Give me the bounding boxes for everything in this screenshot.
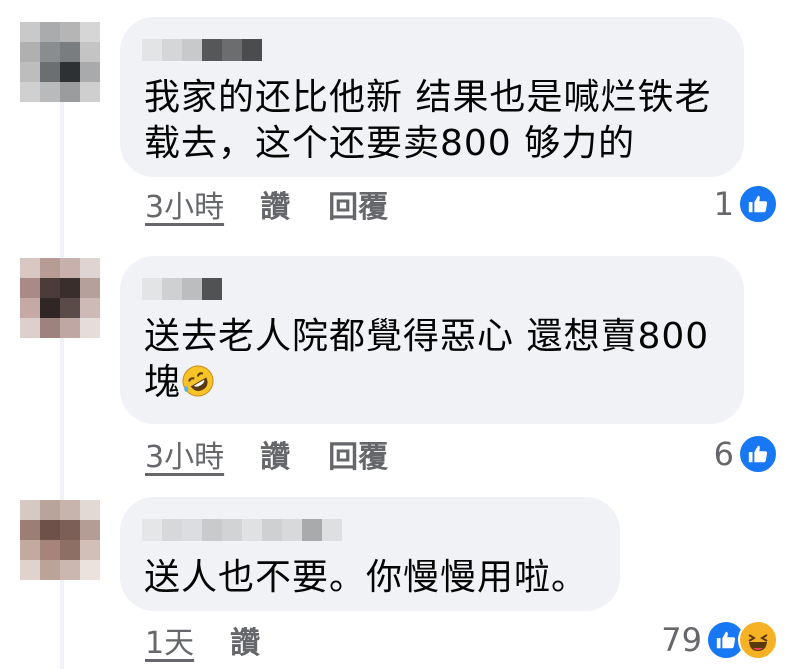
like-button[interactable]: 讚 — [260, 182, 290, 226]
reply-button[interactable]: 回覆 — [328, 182, 388, 226]
reaction-count: 79 — [661, 621, 702, 659]
timestamp-link[interactable]: 3小時 — [145, 432, 224, 476]
commenter-name-redacted[interactable] — [142, 278, 222, 300]
thread-line — [60, 100, 64, 669]
reaction-count: 1 — [713, 185, 734, 223]
comment-actions: 3小時 讚 回覆 — [145, 182, 388, 226]
comment-bubble: 送去老人院都覺得惡心 還想賣800 塊 — [120, 256, 744, 424]
like-button[interactable]: 讚 — [230, 618, 260, 662]
avatar[interactable] — [20, 22, 100, 102]
timestamp-link[interactable]: 3小時 — [145, 182, 224, 226]
commenter-name-redacted[interactable] — [142, 39, 262, 61]
rolling-on-floor-laughing-emoji — [182, 365, 214, 397]
comment-bubble: 送人也不要。你慢慢用啦。 — [120, 497, 620, 611]
avatar[interactable] — [20, 500, 100, 580]
comment-text: 我家的还比他新 结果也是喊烂铁老 载去，这个还要卖800 够力的 — [144, 77, 712, 164]
comment-text: 送人也不要。你慢慢用啦。 — [144, 557, 589, 598]
like-icon — [738, 434, 778, 474]
comment-text: 送去老人院都覺得惡心 還想賣800 塊 — [144, 314, 709, 406]
reaction-count: 6 — [713, 435, 734, 473]
like-icon — [738, 184, 778, 224]
comment-actions: 1天 讚 — [145, 618, 260, 662]
comment-actions: 3小時 讚 回覆 — [145, 432, 388, 476]
reaction-summary[interactable]: 79 — [661, 620, 778, 660]
reaction-summary[interactable]: 6 — [714, 434, 778, 474]
comment-bubble: 我家的还比他新 结果也是喊烂铁老 载去，这个还要卖800 够力的 — [120, 17, 744, 177]
comment-text-body: 送去老人院都覺得惡心 還想賣800 塊 — [144, 316, 710, 403]
timestamp-link[interactable]: 1天 — [145, 618, 194, 662]
avatar[interactable] — [20, 258, 100, 338]
like-button[interactable]: 讚 — [260, 432, 290, 476]
reply-button[interactable]: 回覆 — [328, 432, 388, 476]
reaction-summary[interactable]: 1 — [714, 184, 778, 224]
haha-icon — [738, 620, 778, 660]
commenter-name-redacted[interactable] — [142, 519, 342, 541]
